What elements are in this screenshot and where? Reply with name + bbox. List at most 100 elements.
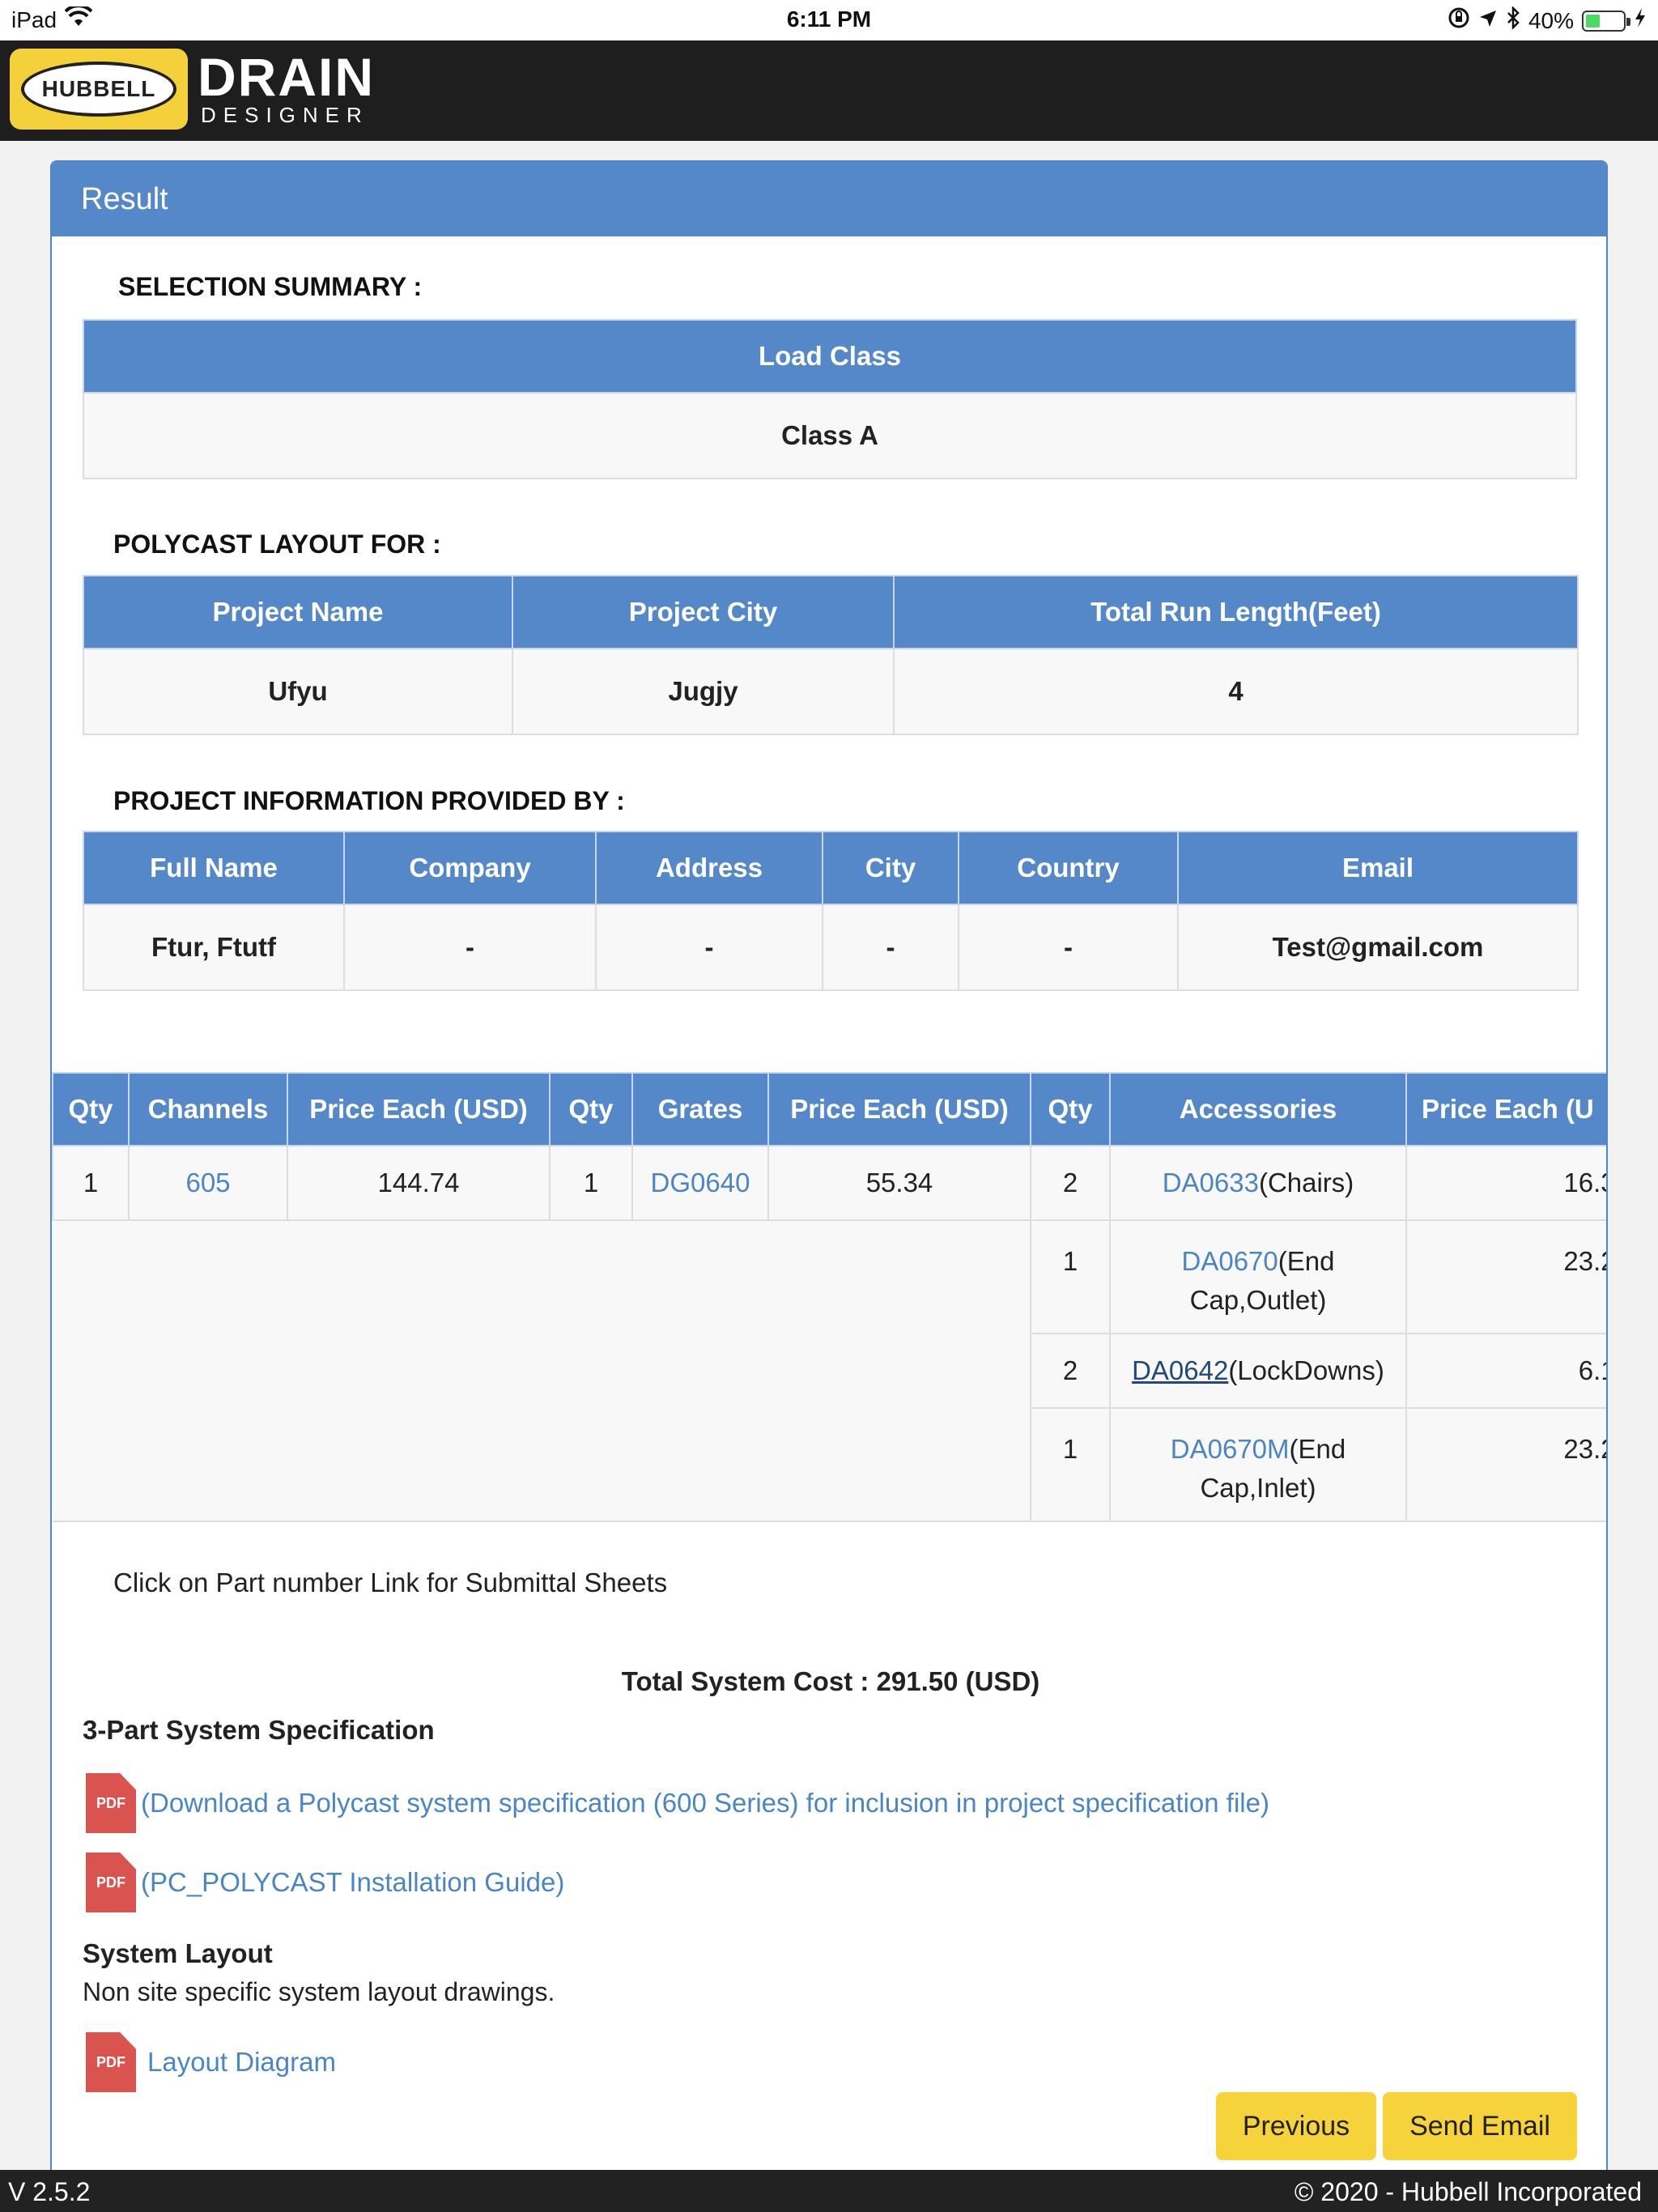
layout-for-title: POLYCAST LAYOUT FOR : xyxy=(113,530,441,559)
accessory-part-link[interactable]: DA0670 xyxy=(1182,1246,1278,1276)
accessory-desc: (End xyxy=(1289,1434,1346,1464)
channels-header: Channels xyxy=(128,1072,288,1146)
address-value: - xyxy=(595,904,823,991)
pdf-icon: PDF xyxy=(86,1853,136,1912)
submittal-note: Click on Part number Link for Submittal … xyxy=(113,1568,668,1597)
spec-title: 3-Part System Specification xyxy=(83,1715,435,1745)
accessory-desc-line2: Cap,Outlet) xyxy=(1189,1285,1327,1315)
system-layout-desc: Non site specific system layout drawings… xyxy=(83,1977,555,2006)
footer: V 2.5.2 © 2020 - Hubbell Incorporated xyxy=(0,2170,1658,2212)
grate-part-link[interactable]: DG0640 xyxy=(631,1145,769,1221)
accessory-qty: 1 xyxy=(1030,1219,1111,1334)
project-city-header: Project City xyxy=(512,575,895,649)
accessory-desc: (End xyxy=(1278,1246,1335,1276)
hubbell-logo-text: HUBBELL xyxy=(21,62,176,117)
accessory-qty: 2 xyxy=(1030,1333,1111,1409)
accessory-part-link[interactable]: DA0670M xyxy=(1171,1434,1290,1464)
total-system-cost: Total System Cost : 291.50 (USD) xyxy=(621,1666,1040,1696)
channel-price: 144.74 xyxy=(287,1145,551,1221)
location-icon xyxy=(1478,8,1498,34)
panel-title: Result xyxy=(52,162,1606,236)
product-name: DRAIN xyxy=(198,47,375,107)
project-name-header: Project Name xyxy=(83,575,513,649)
email-header: Email xyxy=(1177,831,1579,905)
load-class-header: Load Class xyxy=(83,319,1577,393)
grate-price: 55.34 xyxy=(767,1145,1031,1221)
company-value: - xyxy=(343,904,597,991)
pdf-icon: PDF xyxy=(86,1773,136,1833)
full-name-value: Ftur, Ftutf xyxy=(83,904,345,991)
selection-summary-title: SELECTION SUMMARY : xyxy=(118,272,423,301)
grate-price-header: Price Each (USD) xyxy=(767,1072,1031,1146)
channel-part-link[interactable]: 605 xyxy=(128,1145,288,1221)
accessory-price: 23.24 xyxy=(1405,1407,1606,1522)
accessory-qty: 1 xyxy=(1030,1407,1111,1522)
company-header: Company xyxy=(343,831,597,905)
copyright: © 2020 - Hubbell Incorporated xyxy=(1294,2177,1642,2206)
accessory-item: DA0670M(End Cap,Inlet) xyxy=(1109,1407,1407,1522)
status-bar: iPad 6:11 PM 40% xyxy=(0,0,1658,40)
spec-download-link[interactable]: (Download a Polycast system specificatio… xyxy=(141,1788,1269,1819)
grates-header: Grates xyxy=(631,1072,769,1146)
provided-by-title: PROJECT INFORMATION PROVIDED BY : xyxy=(113,786,625,815)
accessory-item: DA0670(End Cap,Outlet) xyxy=(1109,1219,1407,1334)
parts-table: Qty Channels Price Each (USD) Qty Grates… xyxy=(52,1072,1606,1522)
grate-part-number[interactable]: DG0640 xyxy=(651,1168,750,1197)
app-version: V 2.5.2 xyxy=(8,2177,91,2206)
accessory-desc-line2: Cap,Inlet) xyxy=(1200,1473,1316,1503)
accessory-price: 16.31 xyxy=(1405,1145,1606,1221)
country-value: - xyxy=(958,904,1179,991)
project-name-value: Ufyu xyxy=(83,648,513,735)
previous-button[interactable]: Previous xyxy=(1216,2092,1376,2160)
accessory-item: DA0633(Chairs) xyxy=(1109,1145,1407,1221)
send-email-button[interactable]: Send Email xyxy=(1383,2092,1577,2160)
project-city-value: Jugjy xyxy=(512,648,895,735)
layout-for-table: Project Name Project City Total Run Leng… xyxy=(83,575,1579,735)
accessory-qty-header: Qty xyxy=(1030,1072,1111,1146)
accessory-desc: (LockDowns) xyxy=(1228,1355,1384,1385)
channel-part-number[interactable]: 605 xyxy=(185,1168,230,1197)
empty-cell xyxy=(53,1220,1031,1522)
pdf-icon: PDF xyxy=(86,2032,136,2092)
address-header: Address xyxy=(595,831,823,905)
bluetooth-icon xyxy=(1506,5,1520,35)
accessories-header: Accessories xyxy=(1109,1072,1407,1146)
country-header: Country xyxy=(958,831,1179,905)
system-layout-title: System Layout xyxy=(83,1938,273,1968)
city-header: City xyxy=(822,831,959,905)
hubbell-logo[interactable]: HUBBELL xyxy=(10,49,188,130)
product-subtitle: DESIGNER xyxy=(201,103,369,127)
full-name-header: Full Name xyxy=(83,831,345,905)
installation-guide-link[interactable]: (PC_POLYCAST Installation Guide) xyxy=(141,1867,564,1898)
grate-qty-header: Qty xyxy=(549,1072,633,1146)
accessory-qty: 2 xyxy=(1030,1145,1111,1221)
load-class-value: Class A xyxy=(83,392,1577,479)
provided-by-table: Full Name Company Address City Country E… xyxy=(83,831,1579,991)
accessory-part-link[interactable]: DA0642 xyxy=(1132,1355,1228,1385)
battery-percent: 40% xyxy=(1528,7,1574,33)
channel-price-header: Price Each (USD) xyxy=(287,1072,551,1146)
table-row: 1 605 144.74 1 DG0640 55.34 2 DA0633(Cha… xyxy=(52,1145,1606,1221)
selection-summary-table: Load Class Class A xyxy=(83,319,1577,479)
accessory-desc: (Chairs) xyxy=(1258,1168,1354,1197)
result-panel: Result SELECTION SUMMARY : Load Class Cl… xyxy=(50,160,1608,2176)
grate-qty: 1 xyxy=(549,1145,633,1221)
battery-icon xyxy=(1582,10,1630,32)
channel-qty-header: Qty xyxy=(52,1072,130,1146)
charging-icon xyxy=(1634,7,1647,34)
orientation-lock-icon xyxy=(1448,6,1470,35)
run-length-header: Total Run Length(Feet) xyxy=(893,575,1579,649)
layout-diagram-link[interactable]: Layout Diagram xyxy=(147,2047,336,2078)
status-right: 40% xyxy=(1448,5,1647,35)
email-value: Test@gmail.com xyxy=(1177,904,1579,991)
accessory-price-header: Price Each (U xyxy=(1405,1072,1606,1146)
accessory-part-link[interactable]: DA0633 xyxy=(1163,1168,1259,1197)
accessory-item: DA0642(LockDowns) xyxy=(1109,1333,1407,1409)
table-row: 1 DA0670(EndCap,Outlet) 23.24 xyxy=(53,1219,1606,1522)
run-length-value: 4 xyxy=(893,648,1579,735)
accessory-price: 6.16 xyxy=(1405,1333,1606,1409)
channel-qty: 1 xyxy=(52,1145,130,1221)
app-header: HUBBELL DRAIN DESIGNER xyxy=(0,40,1658,141)
status-time: 6:11 PM xyxy=(786,6,872,32)
city-value: - xyxy=(822,904,959,991)
